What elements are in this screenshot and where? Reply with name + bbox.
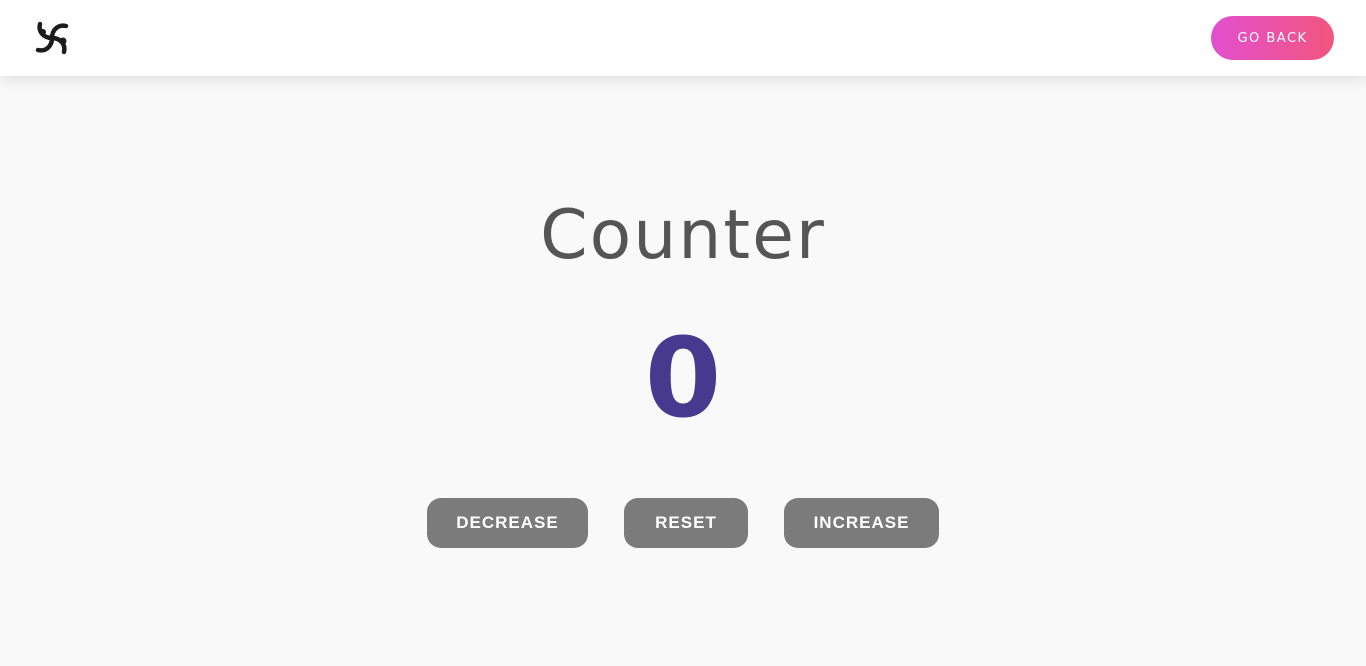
counter-value: 0 <box>644 314 722 442</box>
page-title: Counter <box>540 196 826 275</box>
counter-controls: DECREASE RESET INCREASE <box>0 498 1366 548</box>
decrease-button[interactable]: DECREASE <box>427 498 588 548</box>
increase-button[interactable]: INCREASE <box>784 498 939 548</box>
go-back-button[interactable]: GO BACK <box>1211 16 1334 60</box>
swirl-logo-icon[interactable] <box>33 19 71 57</box>
navbar: GO BACK <box>0 0 1366 76</box>
reset-button[interactable]: RESET <box>624 498 748 548</box>
